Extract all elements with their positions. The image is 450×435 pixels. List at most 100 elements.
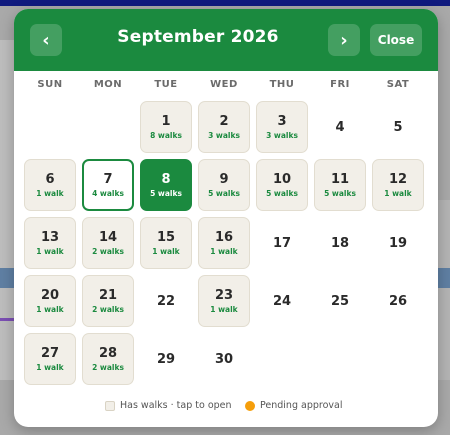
- walk-count: 1 walk: [384, 188, 412, 198]
- next-month-button[interactable]: ›: [328, 24, 360, 56]
- day-number: 21: [98, 287, 118, 303]
- calendar-header: ‹ September 2026 › Close: [14, 9, 438, 71]
- day-number: 20: [40, 287, 60, 303]
- weekday-label: FRI: [330, 79, 350, 90]
- pending-dot-icon: [245, 401, 255, 411]
- day-cell[interactable]: 20 1 walk: [24, 275, 76, 327]
- walk-count: 1 walk: [36, 304, 64, 314]
- day-cell[interactable]: 11 5 walks: [314, 159, 366, 211]
- day-cell[interactable]: 4: [314, 101, 366, 153]
- day-cell[interactable]: 30: [198, 333, 250, 385]
- day-cell[interactable]: 95 walks: [198, 159, 250, 211]
- day-cell[interactable]: 23 walks: [198, 101, 250, 153]
- prev-month-button[interactable]: ‹: [30, 24, 62, 56]
- day-cell[interactable]: 28 2 walks: [82, 333, 134, 385]
- walk-count: 5 walks: [208, 188, 240, 198]
- legend: Has walks · tap to open Pending approval: [14, 399, 438, 415]
- day-number: 27: [40, 345, 60, 361]
- day-number: 15: [156, 229, 176, 245]
- walk-count: 1 walk: [36, 246, 64, 256]
- weekday-label: MON: [93, 79, 123, 90]
- walk-count: 1 walk: [36, 362, 64, 372]
- weekday-label: THU: [269, 79, 295, 90]
- day-cell[interactable]: 12 1 walk: [372, 159, 424, 211]
- day-number: 17: [272, 235, 292, 251]
- calendar-modal: ‹ September 2026 › Close SUN MON TUE WED THU…: [14, 9, 438, 427]
- day-number: 18: [330, 235, 350, 251]
- day-number: 11: [330, 171, 350, 187]
- day-number: 16: [214, 229, 234, 245]
- day-cell[interactable]: 23 1 walk: [198, 275, 250, 327]
- walk-count: 3 walks: [266, 130, 298, 140]
- weekday-row: SUN MON TUE WED THU FRI SAT: [14, 79, 438, 95]
- day-cell[interactable]: 13 1 walk: [24, 217, 76, 269]
- day-number: 13: [40, 229, 60, 245]
- weekday-label: TUE: [154, 79, 178, 90]
- day-cell[interactable]: 5: [372, 101, 424, 153]
- walk-count: 5 walks: [324, 188, 356, 198]
- day-number: 28: [98, 345, 118, 361]
- walk-count: 1 walk: [36, 188, 64, 198]
- day-number: 8: [161, 171, 171, 187]
- walk-count: 5 walks: [266, 188, 298, 198]
- day-cell[interactable]: 33 walks: [256, 101, 308, 153]
- day-cell[interactable]: 18 walks: [140, 101, 192, 153]
- day-cell[interactable]: 18: [314, 217, 366, 269]
- day-number: 9: [219, 171, 229, 187]
- day-cell[interactable]: 19: [372, 217, 424, 269]
- day-number: 12: [388, 171, 408, 187]
- day-number: 22: [156, 293, 176, 309]
- day-number: 7: [103, 171, 113, 187]
- day-number: 23: [214, 287, 234, 303]
- walk-count: 1 walk: [210, 246, 238, 256]
- day-number: 3: [277, 113, 287, 129]
- day-cell[interactable]: 61 walk: [24, 159, 76, 211]
- day-number: 6: [45, 171, 55, 187]
- walk-count: 3 walks: [208, 130, 240, 140]
- weekday-label: SAT: [386, 79, 410, 90]
- walk-count: 4 walks: [92, 188, 124, 198]
- day-number: 25: [330, 293, 350, 309]
- walk-count: 8 walks: [150, 130, 182, 140]
- background-topbar: [0, 0, 450, 6]
- day-cell[interactable]: 21 2 walks: [82, 275, 134, 327]
- day-cell[interactable]: 29: [140, 333, 192, 385]
- walk-count: 1 walk: [152, 246, 180, 256]
- has-walks-swatch-icon: [105, 401, 115, 411]
- day-number: 24: [272, 293, 292, 309]
- chevron-right-icon: ›: [340, 29, 348, 51]
- legend-pending: Pending approval: [260, 400, 343, 411]
- close-button[interactable]: Close: [370, 24, 422, 56]
- weekday-label: WED: [210, 79, 238, 90]
- day-cell[interactable]: 22: [140, 275, 192, 327]
- day-number: 26: [388, 293, 408, 309]
- day-cell[interactable]: 17: [256, 217, 308, 269]
- walk-count: 2 walks: [92, 304, 124, 314]
- walk-count: 2 walks: [92, 362, 124, 372]
- day-cell[interactable]: 24: [256, 275, 308, 327]
- walk-count: 1 walk: [210, 304, 238, 314]
- day-cell[interactable]: 27 1 walk: [24, 333, 76, 385]
- day-cell[interactable]: 26: [372, 275, 424, 327]
- day-cell[interactable]: 14 2 walks: [82, 217, 134, 269]
- day-number: 14: [98, 229, 118, 245]
- weekday-label: SUN: [37, 79, 63, 90]
- walk-count: 5 walks: [150, 188, 182, 198]
- day-cell-selected[interactable]: 85 walks: [140, 159, 192, 211]
- chevron-left-icon: ‹: [42, 29, 50, 51]
- walk-count: 2 walks: [92, 246, 124, 256]
- day-number: 4: [335, 119, 345, 135]
- day-cell[interactable]: 16 1 walk: [198, 217, 250, 269]
- day-number: 10: [272, 171, 292, 187]
- day-number: 30: [214, 351, 234, 367]
- day-cell[interactable]: 25: [314, 275, 366, 327]
- day-number: 19: [388, 235, 408, 251]
- background-accent: [438, 268, 450, 288]
- month-title: September 2026: [117, 27, 279, 47]
- day-number: 2: [219, 113, 229, 129]
- day-cell[interactable]: 15 1 walk: [140, 217, 192, 269]
- day-number: 1: [161, 113, 171, 129]
- day-number: 29: [156, 351, 176, 367]
- day-cell[interactable]: 10 5 walks: [256, 159, 308, 211]
- day-cell-today[interactable]: 74 walks: [82, 159, 134, 211]
